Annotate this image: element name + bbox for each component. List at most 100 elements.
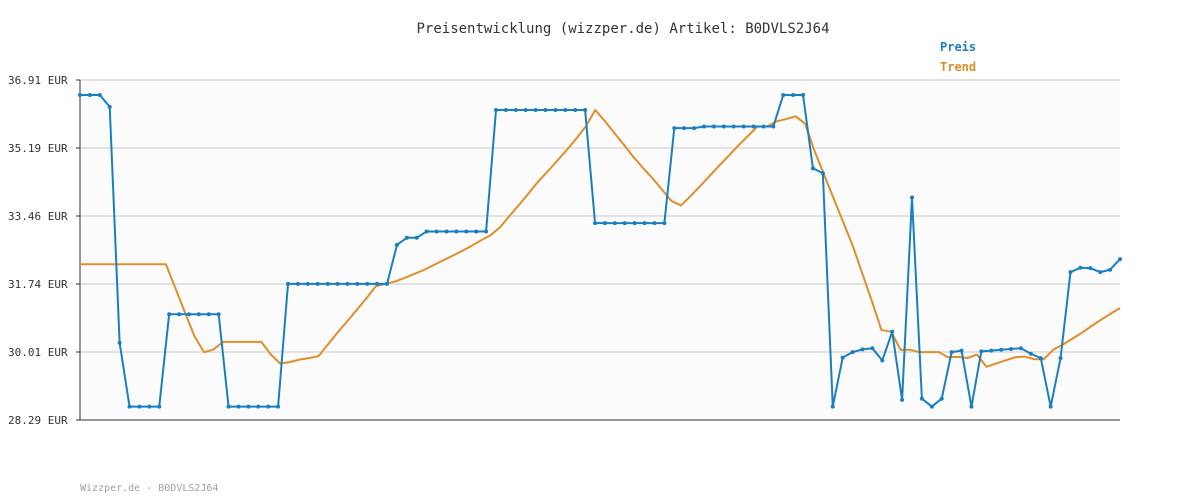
legend-entry-preis: Preis <box>940 40 976 54</box>
data-point <box>1009 347 1014 351</box>
data-point <box>731 124 736 129</box>
data-point <box>840 355 845 360</box>
data-point <box>454 229 459 234</box>
data-point <box>810 166 815 171</box>
data-point <box>662 221 667 226</box>
data-point <box>989 348 994 353</box>
data-point <box>949 350 954 355</box>
data-point <box>137 404 142 409</box>
data-point <box>602 221 607 226</box>
y-tick-label: 28.29 EUR <box>8 414 68 427</box>
data-point <box>464 229 469 234</box>
data-point <box>702 124 706 129</box>
data-point <box>484 229 489 234</box>
y-tick-label: 31.74 EUR <box>8 278 68 291</box>
data-point <box>404 235 409 240</box>
data-point <box>107 104 112 109</box>
data-point <box>791 92 796 97</box>
data-point <box>177 312 182 317</box>
data-point <box>503 107 508 112</box>
data-point <box>979 349 984 354</box>
data-point <box>751 124 756 129</box>
data-point <box>1058 356 1063 361</box>
data-point <box>692 126 697 131</box>
data-point <box>444 229 449 234</box>
data-point <box>167 312 172 317</box>
data-point <box>494 107 498 112</box>
data-point <box>721 124 726 129</box>
data-point <box>553 107 558 112</box>
data-point <box>434 229 439 234</box>
y-tick-label: 33.46 EUR <box>8 210 68 223</box>
data-point <box>1068 270 1073 275</box>
data-point <box>900 397 905 402</box>
chart-title: Preisentwicklung (wizzper.de) Artikel: B… <box>416 21 829 37</box>
data-point <box>276 404 281 409</box>
data-point <box>929 404 934 409</box>
data-point <box>632 221 637 226</box>
data-point <box>196 312 201 317</box>
footer-watermark: Wizzper.de - B0DVLS2J64 <box>80 483 218 494</box>
data-point <box>622 221 627 226</box>
data-point <box>216 312 221 317</box>
data-point <box>127 404 132 409</box>
data-point <box>1038 356 1043 361</box>
data-point <box>999 347 1004 352</box>
data-point <box>890 329 895 334</box>
data-point <box>186 312 191 317</box>
data-point <box>850 350 855 355</box>
data-point <box>672 126 677 131</box>
data-point <box>206 312 211 317</box>
data-point <box>860 347 865 352</box>
data-point <box>325 281 330 286</box>
data-point <box>147 404 152 409</box>
data-point <box>593 221 598 226</box>
data-point <box>286 281 290 286</box>
data-point <box>939 396 944 401</box>
data-point <box>97 92 102 97</box>
data-point <box>157 404 162 409</box>
data-point <box>642 221 647 226</box>
data-point <box>246 404 251 409</box>
data-point <box>117 340 122 345</box>
data-point <box>1018 346 1023 351</box>
data-point <box>375 281 380 286</box>
data-point <box>266 404 271 409</box>
data-point <box>236 404 241 409</box>
data-point <box>781 92 786 97</box>
data-point <box>910 195 914 200</box>
data-point <box>761 124 766 129</box>
data-point <box>394 242 399 247</box>
y-tick-label: 35.19 EUR <box>8 142 68 155</box>
data-point <box>87 92 92 97</box>
data-point <box>1108 267 1113 272</box>
data-point <box>414 235 419 240</box>
data-point <box>969 404 974 409</box>
data-point <box>365 281 370 286</box>
data-point <box>741 124 746 129</box>
data-point <box>226 404 231 409</box>
data-point <box>1118 257 1122 262</box>
data-point <box>573 107 578 112</box>
data-point <box>563 107 568 112</box>
y-tick-label: 30.01 EUR <box>8 346 68 359</box>
data-point <box>1028 351 1033 356</box>
data-point <box>474 229 479 234</box>
data-point <box>305 281 310 286</box>
data-point <box>355 281 360 286</box>
data-point <box>345 281 350 286</box>
data-point <box>295 281 300 286</box>
price-chart: Preisentwicklung (wizzper.de) Artikel: B… <box>0 0 1200 500</box>
data-point <box>523 107 528 112</box>
data-point <box>256 404 261 409</box>
data-point <box>682 126 687 131</box>
data-point <box>820 171 825 176</box>
data-point <box>652 221 657 226</box>
data-point <box>335 281 340 286</box>
data-point <box>1078 265 1083 270</box>
data-point <box>315 281 320 286</box>
data-point <box>919 396 924 401</box>
data-point <box>1098 270 1103 275</box>
data-point <box>1048 404 1053 409</box>
data-point <box>424 229 429 234</box>
